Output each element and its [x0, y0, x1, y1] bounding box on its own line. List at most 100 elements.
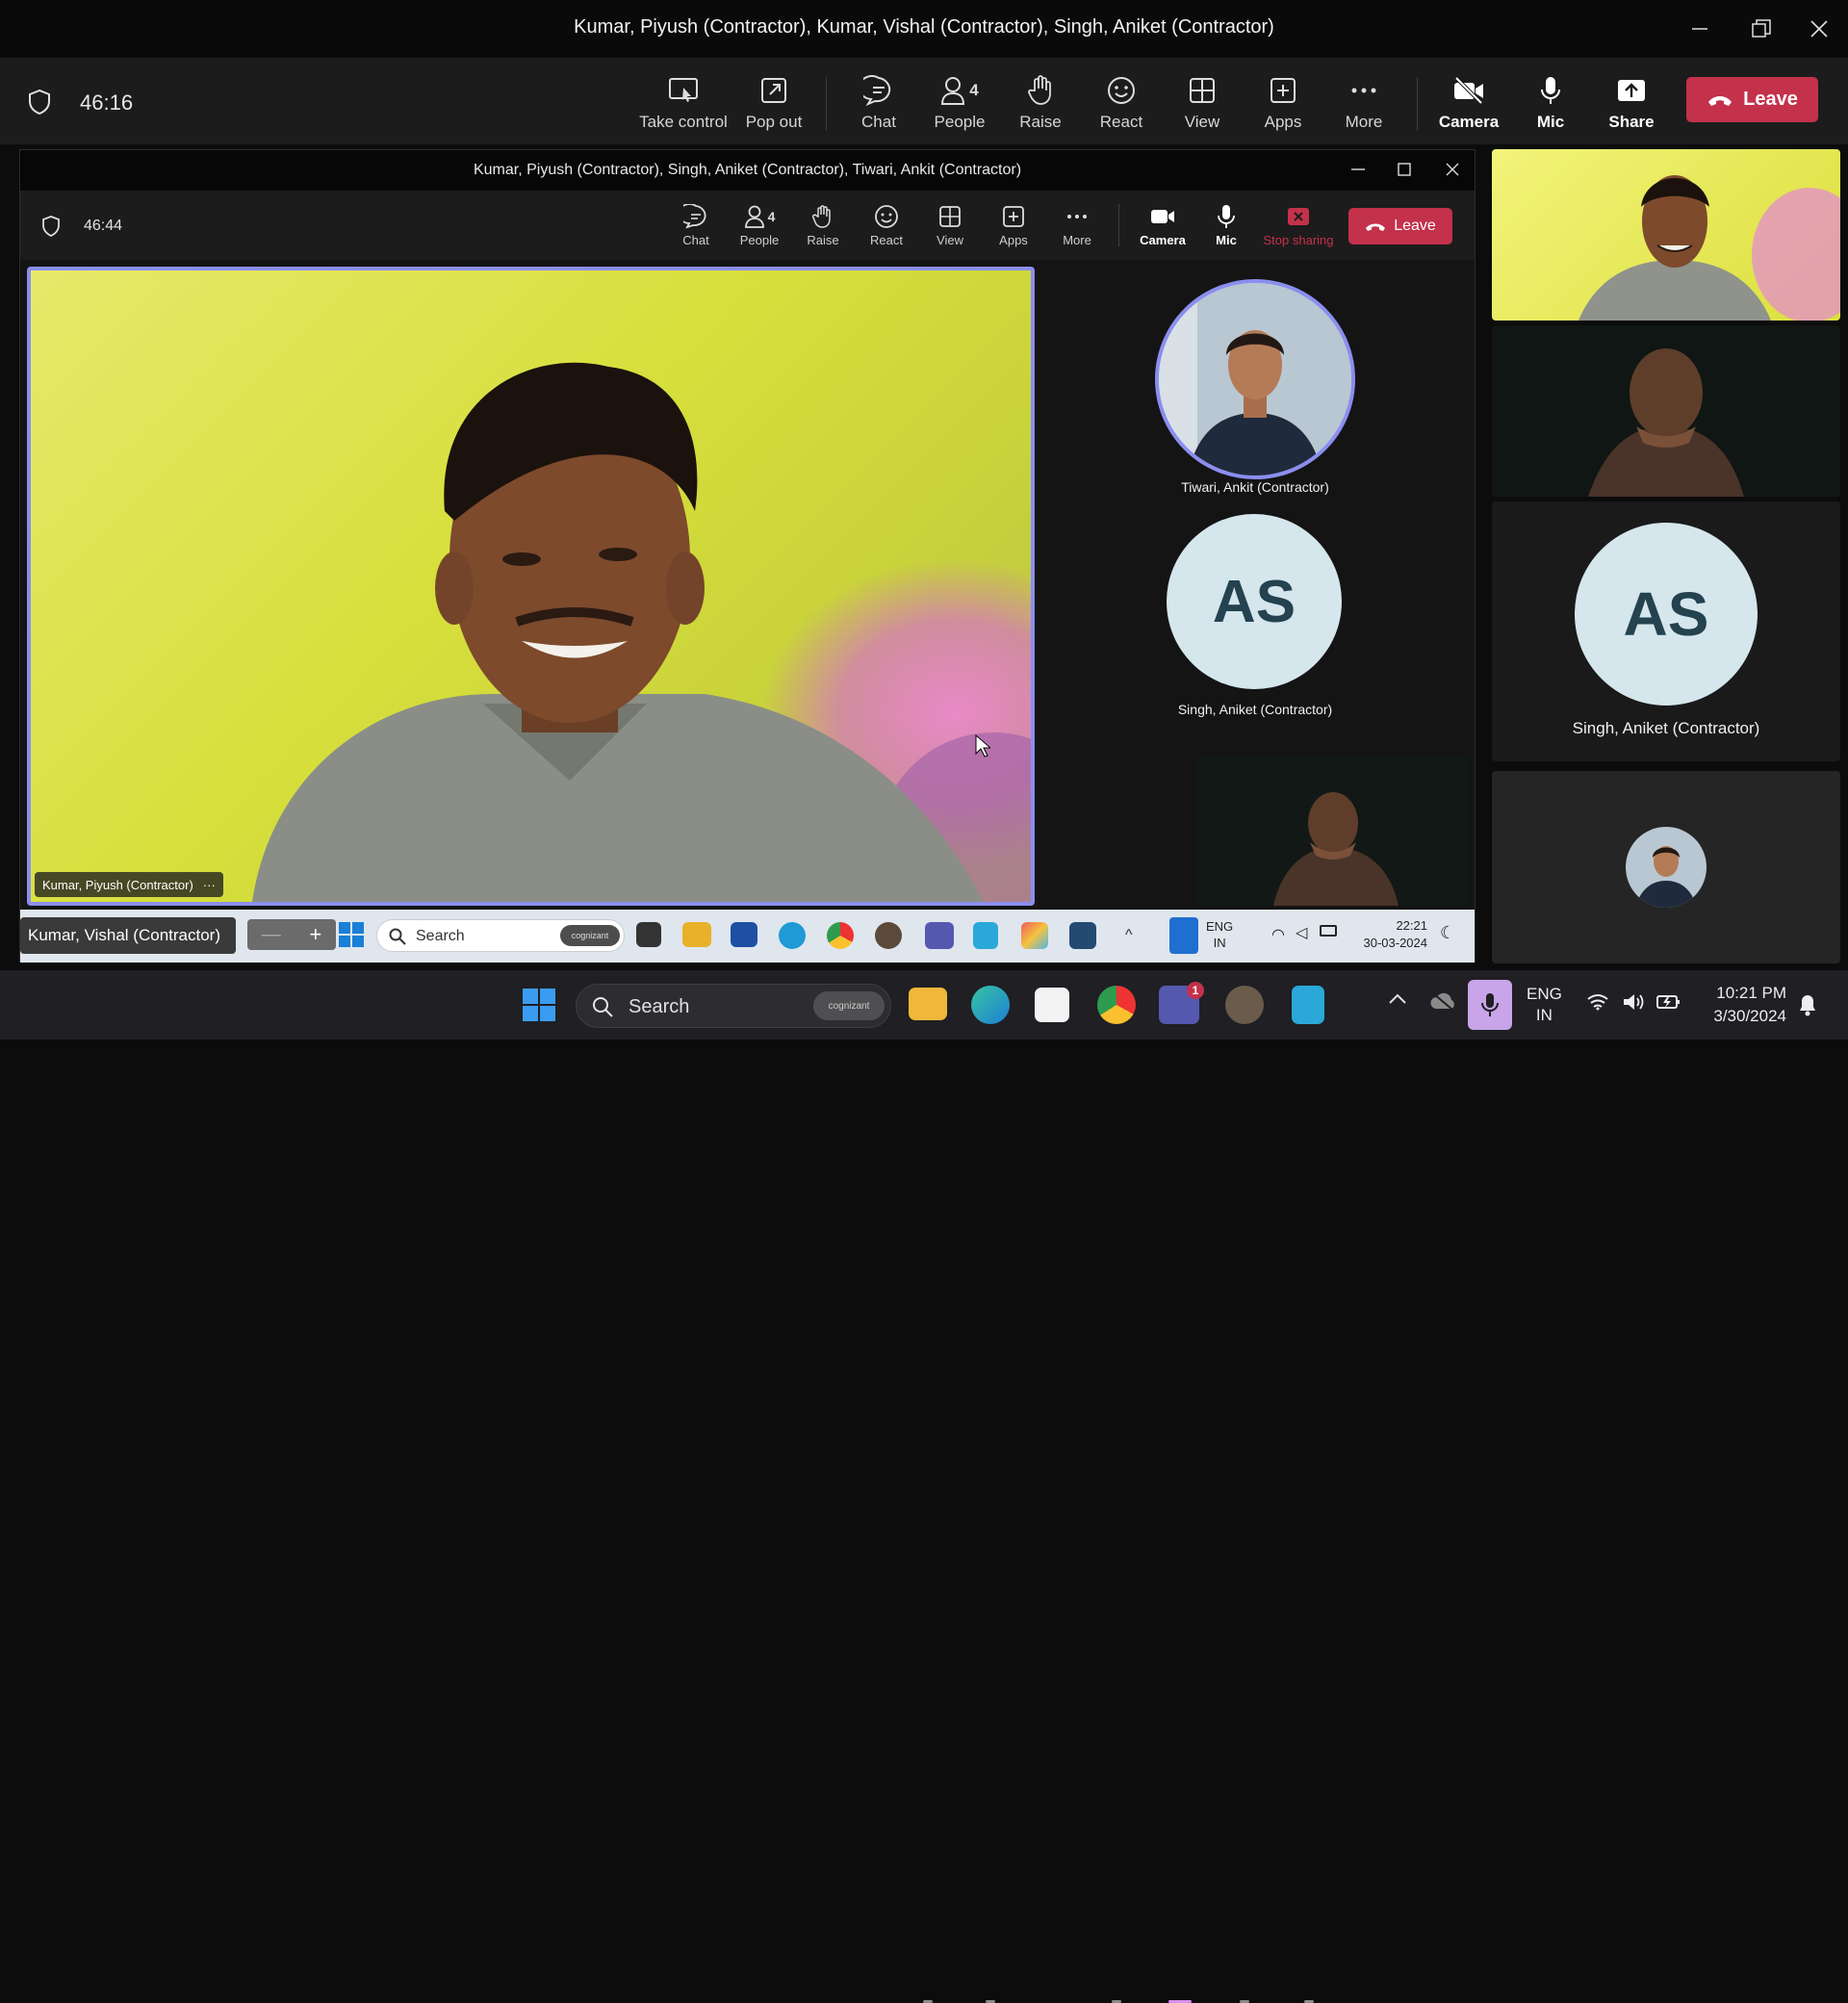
minimize-icon[interactable]: [1350, 162, 1366, 177]
paint-icon[interactable]: [1021, 922, 1048, 949]
mic-icon: [1539, 71, 1562, 110]
view-button[interactable]: View: [918, 202, 982, 254]
react-button[interactable]: React: [855, 202, 918, 254]
language-indicator[interactable]: ENG IN: [1527, 984, 1562, 1026]
main-speaker-video: Kumar, Piyush (Contractor) ···: [27, 267, 1035, 906]
wifi-icon[interactable]: ◠: [1271, 925, 1285, 944]
taskbar-search[interactable]: Search cognizant: [376, 919, 625, 952]
mic-in-use-button[interactable]: [1468, 980, 1512, 1030]
stop-sharing-button[interactable]: Stop sharing: [1262, 202, 1335, 254]
volume-icon[interactable]: ◁: [1296, 923, 1307, 942]
camera-button[interactable]: Camera: [1429, 71, 1508, 135]
participant-initials-avatar: AS: [1167, 514, 1342, 689]
store-icon[interactable]: [731, 922, 757, 947]
file-explorer-icon[interactable]: [682, 922, 711, 947]
windows-start-icon[interactable]: [522, 988, 556, 1022]
store-icon[interactable]: [1035, 988, 1069, 1022]
cloud-offline-icon[interactable]: [1429, 991, 1456, 1011]
chrome-icon[interactable]: [827, 922, 854, 949]
snipping-tool-icon[interactable]: [1069, 922, 1096, 949]
restore-button[interactable]: [1742, 12, 1781, 46]
chrome-icon[interactable]: [1097, 986, 1136, 1024]
people-count: 4: [969, 81, 979, 99]
teams-icon[interactable]: [925, 922, 954, 949]
participant-video-tile-2: [1492, 325, 1840, 497]
wifi-icon[interactable]: [1586, 993, 1609, 1011]
mic-button[interactable]: Mic: [1194, 202, 1258, 254]
apps-button[interactable]: Apps: [1244, 71, 1322, 135]
window-title: Kumar, Piyush (Contractor), Kumar, Visha…: [574, 16, 1274, 38]
apps-button[interactable]: Apps: [982, 202, 1045, 254]
close-button[interactable]: [1800, 12, 1838, 46]
grid-icon: [938, 202, 962, 231]
participant-tile-singh: AS Singh, Aniket (Contractor): [1492, 501, 1840, 761]
settings-gear-icon[interactable]: [1225, 986, 1264, 1024]
participant-name: Singh, Aniket (Contractor): [1177, 702, 1333, 717]
edge-icon[interactable]: [971, 986, 1010, 1024]
chat-button[interactable]: Chat: [839, 71, 918, 135]
raise-hand-button[interactable]: Raise: [1001, 71, 1080, 135]
maximize-icon[interactable]: [1397, 162, 1412, 177]
minimize-icon: [1692, 28, 1707, 30]
more-icon: [1349, 71, 1378, 110]
share-button[interactable]: Share: [1592, 71, 1671, 135]
cognizant-badge: cognizant: [813, 991, 885, 1020]
battery-icon[interactable]: [1656, 993, 1682, 1011]
windows-start-icon[interactable]: [338, 921, 365, 948]
zoom-in-icon: +: [309, 922, 322, 946]
moon-icon[interactable]: ☾: [1440, 923, 1455, 943]
shared-taskbar: Kumar, Vishal (Contractor) — + Search co…: [20, 910, 1475, 963]
take-control-button[interactable]: Take control: [639, 71, 728, 135]
notepad-icon[interactable]: [973, 922, 998, 949]
restore-icon: [1752, 19, 1771, 38]
participant-name: Tiwari, Ankit (Contractor): [1181, 479, 1329, 495]
camera-button[interactable]: Camera: [1131, 202, 1194, 254]
add-app-icon: [1269, 71, 1297, 110]
close-icon[interactable]: [1445, 162, 1460, 177]
pop-out-button[interactable]: Pop out: [734, 71, 813, 135]
people-button[interactable]: 4 People: [728, 202, 791, 254]
leave-button[interactable]: Leave: [1348, 208, 1452, 244]
mic-button[interactable]: Mic: [1511, 71, 1590, 135]
more-button[interactable]: More: [1045, 202, 1109, 254]
raise-hand-icon: [1027, 71, 1054, 110]
clock[interactable]: 10:21 PM 3/30/2024: [1694, 982, 1786, 1028]
volume-icon[interactable]: [1622, 991, 1645, 1013]
more-button[interactable]: More: [1324, 71, 1403, 135]
view-button[interactable]: View: [1163, 71, 1242, 135]
leave-button[interactable]: Leave: [1686, 77, 1818, 122]
search-icon: [389, 928, 406, 945]
mic-in-use-icon[interactable]: [1169, 917, 1198, 954]
battery-icon[interactable]: [1320, 925, 1337, 937]
speaker-name-tag: Kumar, Piyush (Contractor) ···: [35, 872, 223, 897]
zoom-controls[interactable]: — +: [247, 919, 336, 950]
file-explorer-icon[interactable]: [909, 988, 947, 1020]
edge-icon[interactable]: [779, 922, 806, 949]
notepad-icon[interactable]: [1292, 986, 1324, 1024]
bell-icon[interactable]: [1798, 993, 1817, 1016]
more-icon[interactable]: ···: [203, 878, 216, 892]
close-icon: [1810, 20, 1828, 38]
people-icon: 4: [940, 71, 979, 110]
camera-icon: [1149, 202, 1176, 231]
grid-icon: [1188, 71, 1217, 110]
shared-meeting-timer: 46:44: [84, 218, 123, 234]
clock[interactable]: 22:21 30-03-2024: [1352, 917, 1428, 952]
cursor-icon: [975, 734, 990, 758]
people-button[interactable]: 4 People: [920, 71, 999, 135]
title-bar: Kumar, Piyush (Contractor), Kumar, Visha…: [0, 0, 1848, 58]
taskbar-search[interactable]: Search cognizant: [576, 984, 891, 1028]
shield-icon: [27, 89, 52, 116]
minimize-button[interactable]: [1681, 12, 1719, 46]
stop-sharing-icon: [1286, 202, 1311, 231]
settings-gear-icon[interactable]: [875, 922, 902, 949]
react-button[interactable]: React: [1082, 71, 1161, 135]
participant-avatar-tiwari: [1155, 279, 1355, 479]
chat-icon: [863, 71, 894, 110]
chat-button[interactable]: Chat: [664, 202, 728, 254]
language-indicator[interactable]: ENG IN: [1206, 918, 1233, 951]
chevron-up-icon[interactable]: ^: [1125, 927, 1133, 944]
task-view-icon[interactable]: [636, 922, 661, 947]
chevron-up-icon[interactable]: [1388, 991, 1407, 1005]
raise-hand-button[interactable]: Raise: [791, 202, 855, 254]
